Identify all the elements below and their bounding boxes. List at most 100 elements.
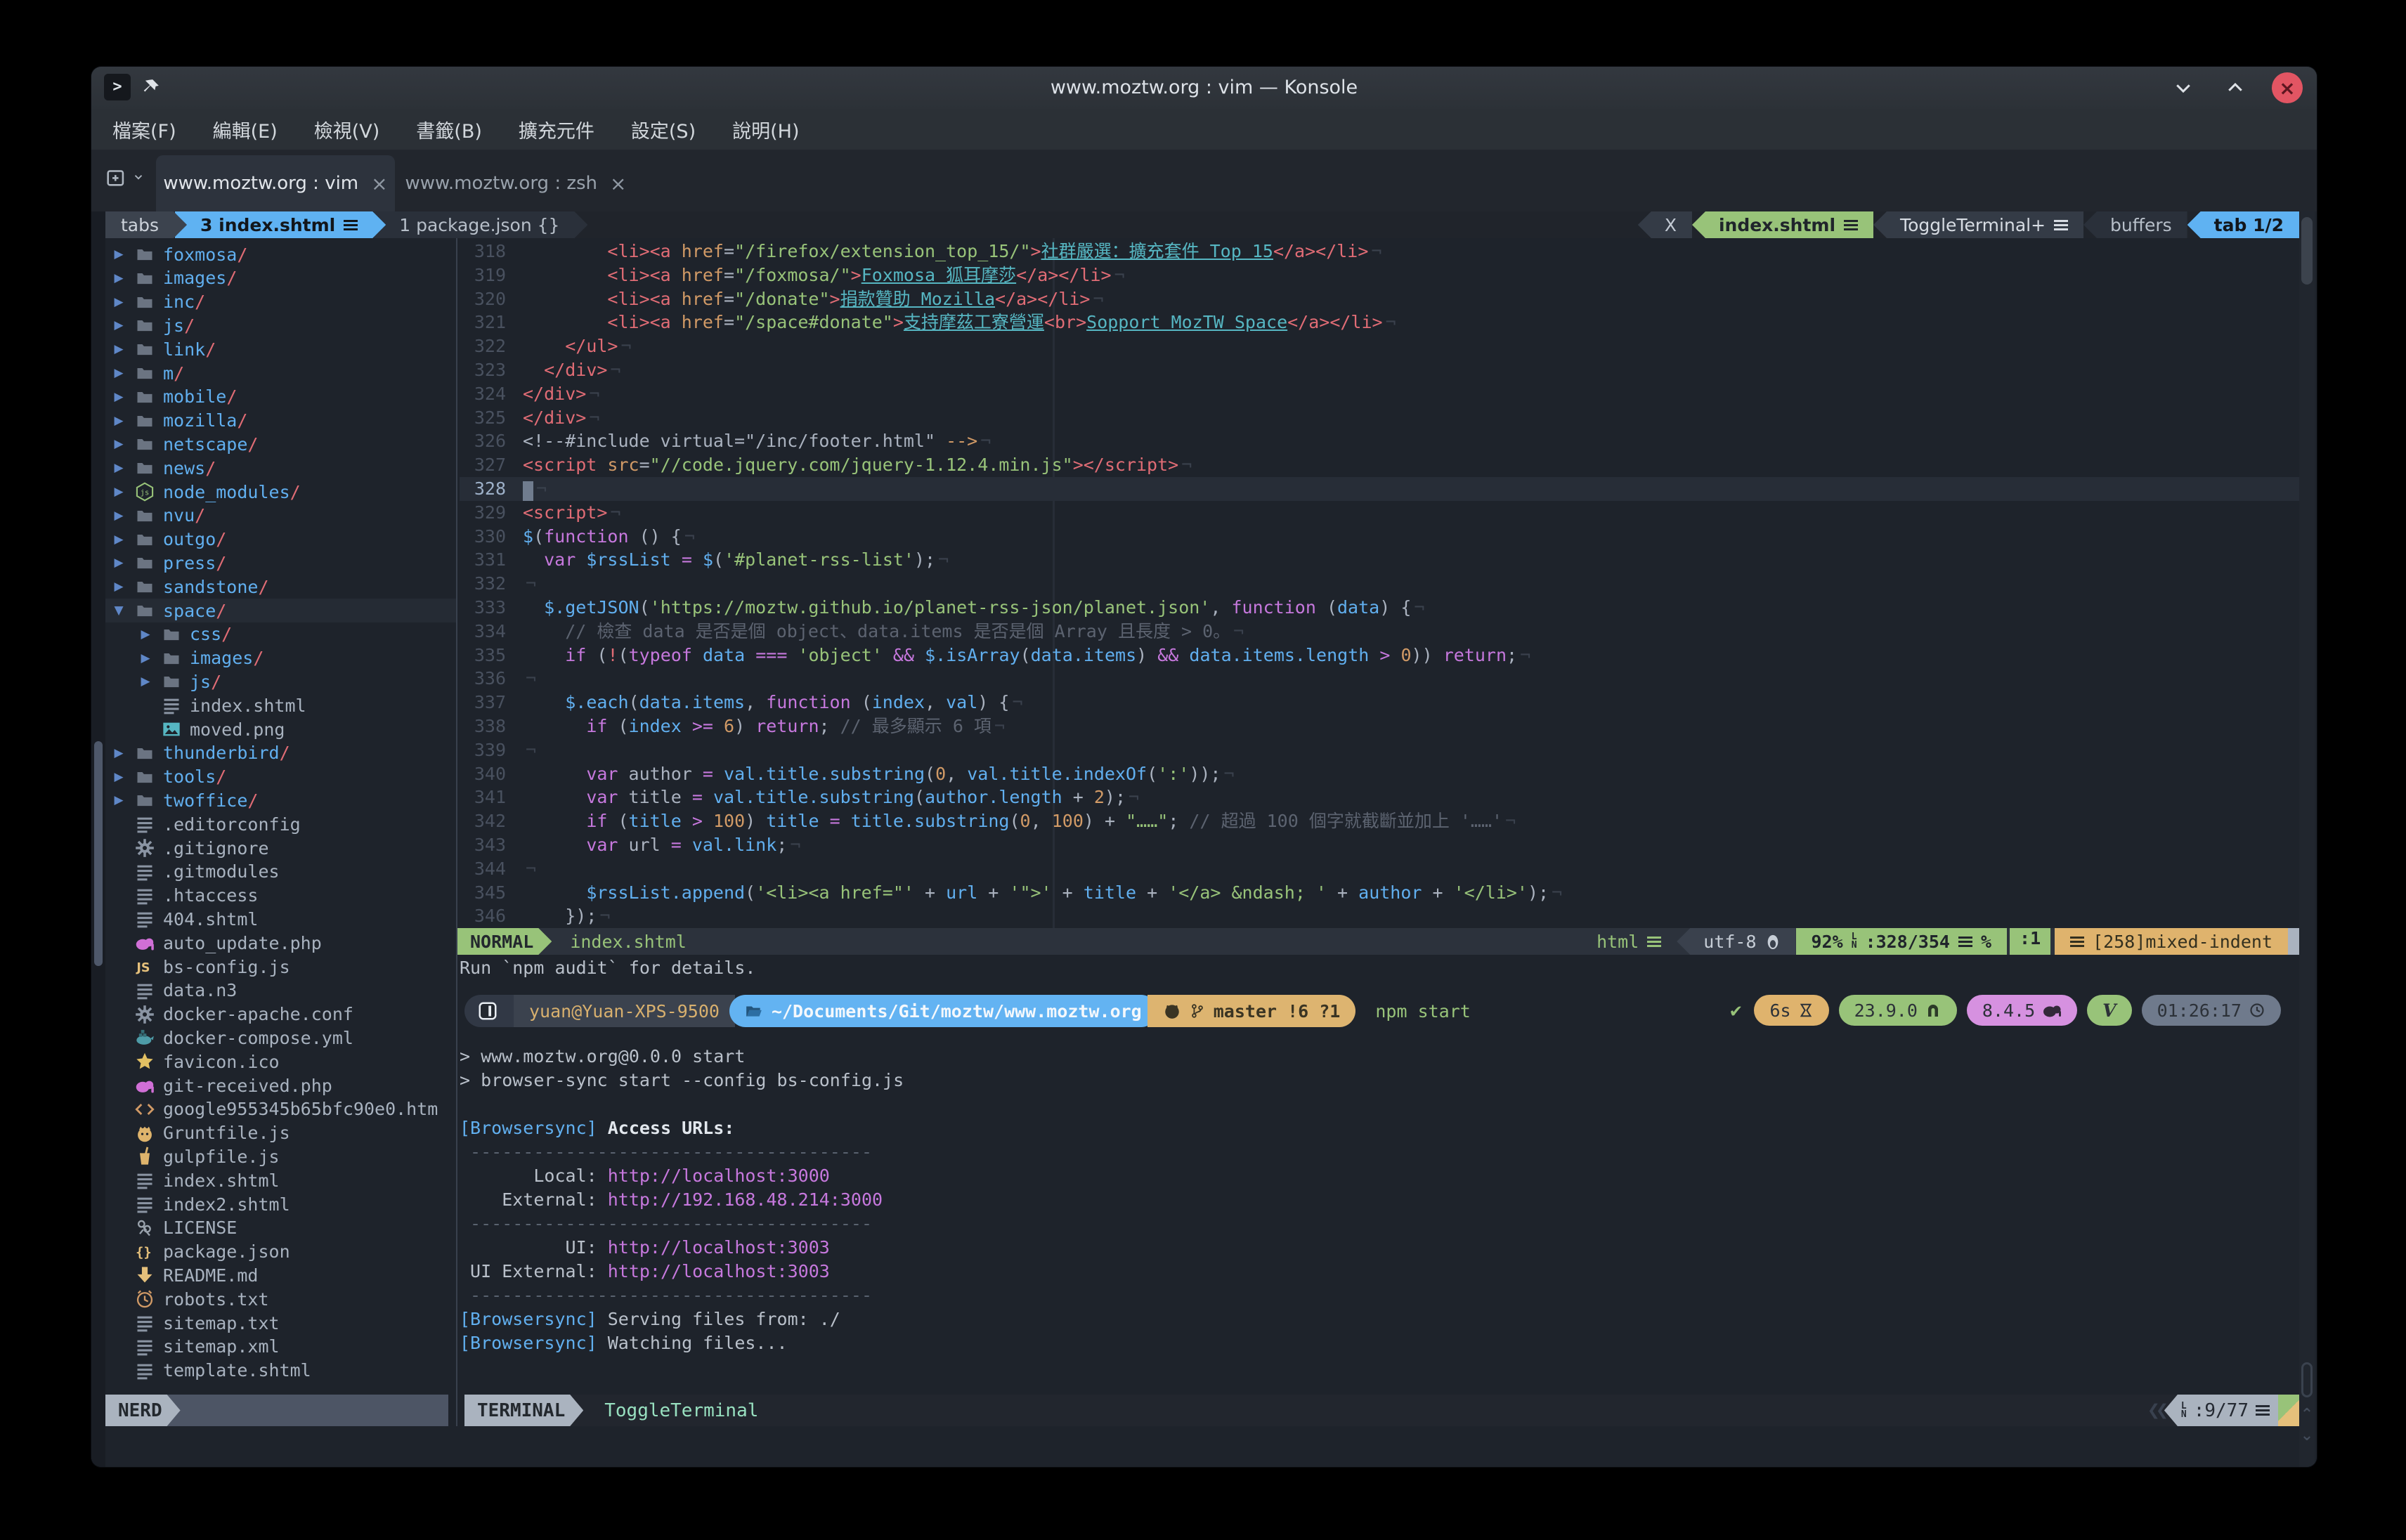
tree-item-images[interactable]: ▶images/ (105, 646, 456, 670)
code-line-340[interactable]: 340 var author = val.title.substring(0, … (460, 762, 2299, 786)
chevron-collapsed-icon[interactable]: ▶ (105, 295, 132, 309)
tree-item-README.md[interactable]: README.md (105, 1263, 456, 1287)
command-input[interactable]: npm start (1375, 1001, 1470, 1022)
scroll-up-icon[interactable]: ⌃ (2299, 1406, 2315, 1423)
code-line-330[interactable]: 330$(function () {¬ (460, 525, 2299, 549)
tree-item-sitemap.txt[interactable]: sitemap.txt (105, 1311, 456, 1335)
code-line-324[interactable]: 324</div>¬ (460, 382, 2299, 406)
scrollbar-thumb[interactable] (2301, 217, 2313, 285)
menu-item[interactable]: 檔案(F) (112, 116, 176, 143)
code-line-321[interactable]: 321 <li><a href="/space#donate">支持摩茲工寮營運… (460, 311, 2299, 334)
chevron-collapsed-icon[interactable]: ▶ (105, 793, 132, 807)
scrollbar-thumb[interactable] (94, 741, 103, 966)
code-line-346[interactable]: 346 });¬ (460, 904, 2299, 928)
code-line-319[interactable]: 319 <li><a href="/foxmosa/">Foxmosa 狐耳摩莎… (460, 263, 2299, 287)
code-line-338[interactable]: 338 if (index >= 6) return; // 最多顯示 6 項¬ (460, 714, 2299, 738)
terminal-view[interactable]: tabs 3 index.shtml 1 package.json {} X i… (91, 211, 2317, 1467)
tree-item-thunderbird[interactable]: ▶thunderbird/ (105, 741, 456, 765)
tree-item-404.shtml[interactable]: 404.shtml (105, 907, 456, 931)
tree-item-data.n3[interactable]: data.n3 (105, 979, 456, 1003)
chevron-collapsed-icon[interactable]: ▶ (105, 366, 132, 380)
tree-item-nvu[interactable]: ▶nvu/ (105, 504, 456, 528)
code-line-331[interactable]: 331 var $rssList = $('#planet-rss-list')… (460, 548, 2299, 572)
chevron-collapsed-icon[interactable]: ▶ (105, 580, 132, 594)
chevron-collapsed-icon[interactable]: ▶ (105, 342, 132, 356)
chevron-collapsed-icon[interactable]: ▶ (132, 651, 159, 665)
chevron-collapsed-icon[interactable]: ▶ (105, 533, 132, 547)
tree-item-index2.shtml[interactable]: index2.shtml (105, 1192, 456, 1216)
new-tab-button[interactable] (104, 165, 145, 189)
scroll-down-icon[interactable]: ⌄ (2299, 1427, 2315, 1444)
tree-item-robots.txt[interactable]: robots.txt (105, 1287, 456, 1311)
chevron-collapsed-icon[interactable]: ▶ (105, 556, 132, 570)
tree-item-tools[interactable]: ▶tools/ (105, 765, 456, 789)
code-line-344[interactable]: 344¬ (460, 857, 2299, 881)
tree-item-template.shtml[interactable]: template.shtml (105, 1359, 456, 1383)
tree-item-inc[interactable]: ▶inc/ (105, 290, 456, 314)
code-line-326[interactable]: 326<!--#include virtual="/inc/footer.htm… (460, 429, 2299, 453)
chevron-collapsed-icon[interactable]: ▶ (105, 247, 132, 261)
tree-item-link[interactable]: ▶link/ (105, 337, 456, 361)
chevron-collapsed-icon[interactable]: ▶ (105, 414, 132, 428)
tree-item-Gruntfile.js[interactable]: Gruntfile.js (105, 1121, 456, 1145)
tree-item-docker-apache.conf[interactable]: docker-apache.conf (105, 1003, 456, 1026)
menu-item[interactable]: 擴充元件 (519, 116, 594, 143)
chevron-collapsed-icon[interactable]: ▶ (105, 390, 132, 404)
tree-item-css[interactable]: ▶css/ (105, 622, 456, 646)
tab-close-icon[interactable]: × (371, 172, 387, 195)
tree-item-twoffice[interactable]: ▶twoffice/ (105, 788, 456, 812)
tree-item-.gitignore[interactable]: .gitignore (105, 836, 456, 860)
code-line-335[interactable]: 335 if (!(typeof data === 'object' && $.… (460, 644, 2299, 667)
tree-item-.gitmodules[interactable]: .gitmodules (105, 860, 456, 884)
code-line-342[interactable]: 342 if (title > 100) title = title.subst… (460, 809, 2299, 833)
code-line-339[interactable]: 339¬ (460, 738, 2299, 762)
chevron-collapsed-icon[interactable]: ▶ (132, 674, 159, 689)
tree-item-mozilla[interactable]: ▶mozilla/ (105, 409, 456, 433)
tree-item-google955345b65bfc90e0.htm[interactable]: google955345b65bfc90e0.htm (105, 1097, 456, 1121)
tree-item-package.json[interactable]: {}package.json (105, 1240, 456, 1264)
menu-item[interactable]: 說明(H) (732, 116, 799, 143)
code-line-337[interactable]: 337 $.each(data.items, function (index, … (460, 691, 2299, 714)
close-button[interactable]: × (2272, 72, 2303, 103)
tree-item-.editorconfig[interactable]: .editorconfig (105, 812, 456, 836)
tree-item-netscape[interactable]: ▶netscape/ (105, 432, 456, 456)
tree-item-mobile[interactable]: ▶mobile/ (105, 385, 456, 409)
chevron-collapsed-icon[interactable]: ▶ (105, 318, 132, 332)
konsole-tab[interactable]: www.moztw.org : vim× (156, 155, 395, 211)
chevron-collapsed-icon[interactable]: ▶ (105, 509, 132, 523)
code-line-328[interactable]: 328¬ (460, 477, 2299, 501)
chevron-expanded-icon[interactable]: ▼ (105, 603, 132, 618)
scrollbar-right[interactable]: ⌃ ⌄ (2299, 211, 2315, 1467)
tree-item-auto_update.php[interactable]: auto_update.php (105, 931, 456, 955)
code-line-341[interactable]: 341 var title = val.title.substring(auth… (460, 785, 2299, 809)
code-line-329[interactable]: 329<script>¬ (460, 501, 2299, 525)
tabline-tab-2[interactable]: 1 package.json {} (374, 211, 587, 238)
tree-item-outgo[interactable]: ▶outgo/ (105, 528, 456, 552)
minimize-button[interactable] (2168, 72, 2199, 103)
tree-item-git-received.php[interactable]: git-received.php (105, 1074, 456, 1097)
tree-item-news[interactable]: ▶news/ (105, 456, 456, 480)
chevron-collapsed-icon[interactable]: ▶ (105, 746, 132, 760)
tree-item-index.shtml[interactable]: index.shtml (105, 693, 456, 717)
tree-item-.htaccess[interactable]: .htaccess (105, 884, 456, 908)
tree-item-m[interactable]: ▶m/ (105, 361, 456, 385)
menu-item[interactable]: 設定(S) (631, 116, 696, 143)
code-line-343[interactable]: 343 var url = val.link;¬ (460, 833, 2299, 857)
chevron-collapsed-icon[interactable]: ▶ (105, 271, 132, 285)
titlebar[interactable]: > www.moztw.org : vim — Konsole × (91, 67, 2317, 109)
konsole-tab[interactable]: www.moztw.org : zsh× (396, 155, 635, 211)
code-line-333[interactable]: 333 $.getJSON('https://moztw.github.io/p… (460, 596, 2299, 620)
tree-item-gulpfile.js[interactable]: gulpfile.js (105, 1144, 456, 1168)
tree-item-press[interactable]: ▶press/ (105, 551, 456, 575)
tree-item-space[interactable]: ▼space/ (105, 599, 456, 622)
tree-item-node_modules[interactable]: ▶jsnode_modules/ (105, 480, 456, 504)
tabline-tab-1[interactable]: 3 index.shtml (175, 211, 386, 238)
tree-item-js[interactable]: ▶js/ (105, 670, 456, 693)
code-line-325[interactable]: 325</div>¬ (460, 406, 2299, 430)
tab-close-icon[interactable]: × (610, 172, 626, 195)
code-line-327[interactable]: 327<script src="//code.jquery.com/jquery… (460, 453, 2299, 477)
tree-item-favicon.ico[interactable]: favicon.ico (105, 1050, 456, 1074)
code-line-318[interactable]: 318 <li><a href="/firefox/extension_top_… (460, 240, 2299, 263)
window-separator[interactable] (456, 238, 457, 1426)
chevron-collapsed-icon[interactable]: ▶ (105, 485, 132, 499)
